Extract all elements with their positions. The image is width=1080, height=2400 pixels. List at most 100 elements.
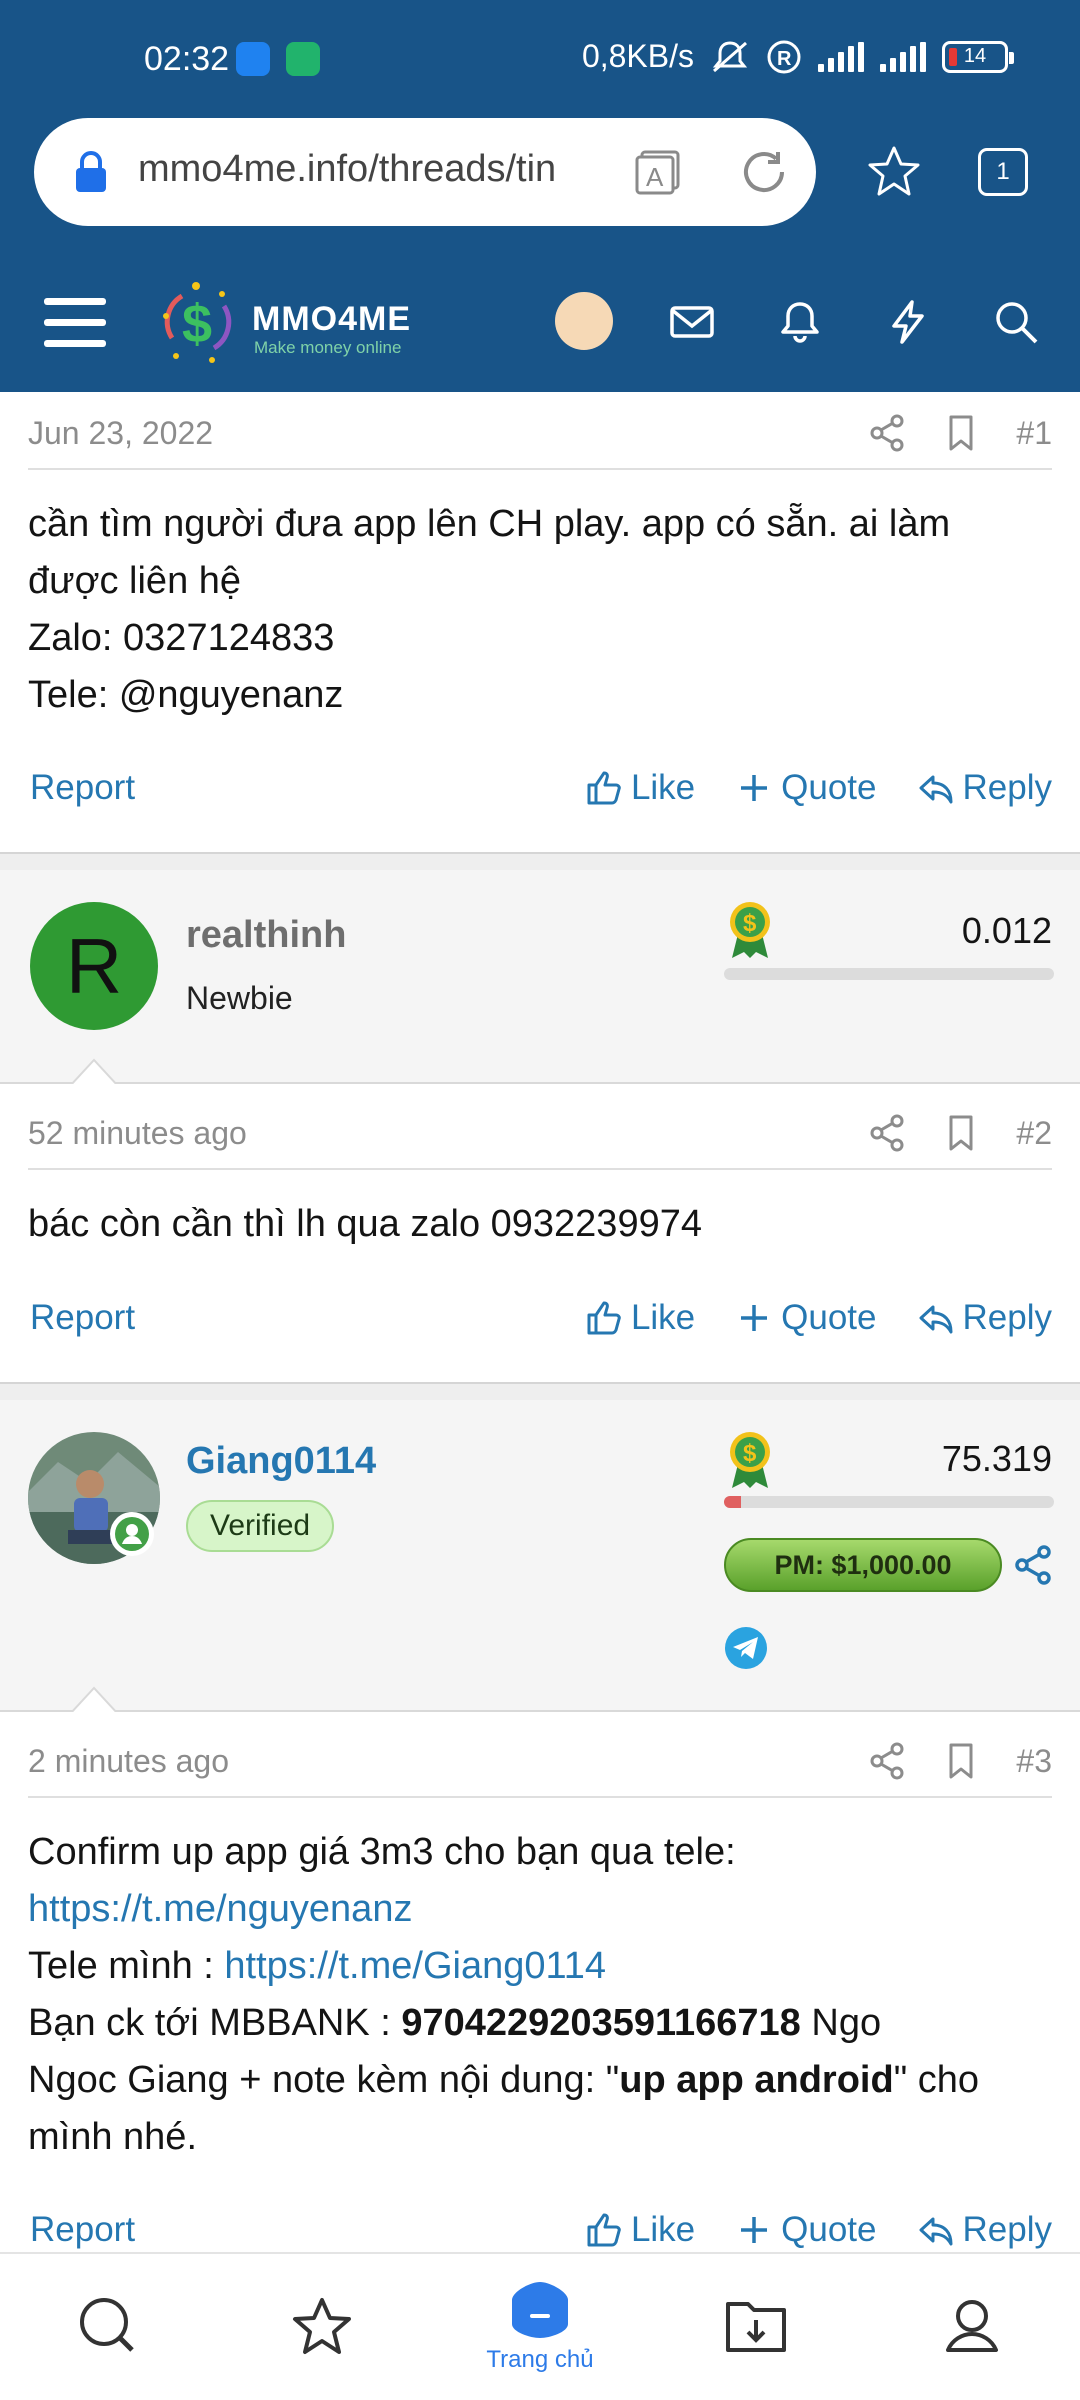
bell-icon[interactable]: [776, 298, 824, 346]
network-speed: 0,8KB/s: [581, 38, 694, 74]
username[interactable]: Giang0114: [186, 1440, 376, 1483]
profile-nav-icon[interactable]: [940, 2294, 1004, 2358]
plus-icon: [741, 2217, 768, 2243]
post-number[interactable]: #2: [1016, 1115, 1052, 1152]
post-actions: Report Like Quote Reply: [30, 1288, 1052, 1348]
score-bar: [724, 1496, 1054, 1508]
post-number[interactable]: #3: [1016, 1743, 1052, 1780]
reply-button[interactable]: Reply: [917, 1298, 1052, 1338]
quote-button[interactable]: Quote: [735, 1298, 877, 1338]
signal-icon: [818, 41, 864, 72]
post-line: Confirm up app giá 3m3 cho bạn qua tele:: [28, 1831, 736, 1873]
signal-5g-icon: [880, 41, 926, 72]
user-score: 75.319: [941, 1438, 1052, 1479]
favorites-nav-icon[interactable]: [290, 2294, 354, 2358]
user-title: Newbie: [186, 980, 293, 1016]
tab-switcher-button[interactable]: 1: [978, 148, 1028, 196]
logo-text[interactable]: MMO4ME: [252, 300, 411, 339]
post-header: Jun 23, 2022 #1: [28, 398, 1052, 470]
post-actions: Report Like Quote Reply: [30, 2200, 1052, 2260]
avatar[interactable]: R: [30, 902, 158, 1030]
pm-balance-button[interactable]: PM: $1,000.00: [724, 1538, 1002, 1592]
post-line: được liên hệ: [28, 560, 242, 602]
message-user-block: R realthinh Newbie $ 0.012: [0, 870, 1080, 1086]
bookmark-icon[interactable]: [942, 1114, 980, 1152]
status-bar: 02:32 0,8KB/s R 14: [0, 0, 1080, 118]
mail-icon[interactable]: [668, 298, 716, 346]
reply-icon: [919, 2217, 953, 2246]
telegram-link[interactable]: https://t.me/nguyenanz: [28, 1888, 412, 1930]
post-line: mình nhé.: [28, 2116, 197, 2158]
pointer-arrow: [70, 1058, 118, 1086]
post-date[interactable]: 2 minutes ago: [28, 1743, 832, 1780]
post-header: 52 minutes ago #2: [28, 1098, 1052, 1170]
svg-text:$: $: [743, 910, 757, 937]
post-line: Bạn ck tới MBBANK :: [28, 2002, 402, 2044]
share-icon[interactable]: [868, 414, 906, 452]
like-button[interactable]: Like: [585, 1298, 695, 1338]
search-nav-icon[interactable]: [76, 2294, 140, 2358]
post-line: Tele mình :: [28, 1945, 225, 1987]
logo-icon[interactable]: $: [152, 276, 244, 368]
reader-mode-icon[interactable]: A: [634, 148, 682, 196]
svg-text:$: $: [743, 1440, 757, 1467]
post-date[interactable]: Jun 23, 2022: [28, 415, 832, 452]
post-actions: Report Like Quote Reply: [30, 758, 1052, 818]
post-body: bác còn cần thì lh qua zalo 0932239974: [28, 1196, 1058, 1253]
share-icon[interactable]: [1012, 1544, 1054, 1586]
status-time: 02:32: [144, 40, 230, 78]
tab-count: 1: [996, 158, 1010, 185]
post-line: bác còn cần thì lh qua zalo 0932239974: [28, 1203, 702, 1245]
share-icon[interactable]: [868, 1114, 906, 1152]
telegram-icon[interactable]: [724, 1626, 768, 1670]
reload-icon[interactable]: [738, 146, 790, 198]
reply-label: Reply: [962, 768, 1052, 807]
shield-app-icon: [286, 42, 320, 76]
quote-button[interactable]: Quote: [735, 768, 877, 808]
thumbs-up-icon: [587, 771, 621, 805]
post-body: cần tìm người đưa app lên CH play. app c…: [28, 496, 1058, 724]
thumbs-up-icon: [587, 2213, 621, 2247]
bookmark-icon[interactable]: [942, 414, 980, 452]
svg-text:R: R: [777, 48, 792, 70]
report-link[interactable]: Report: [30, 1298, 545, 1338]
username[interactable]: realthinh: [186, 914, 346, 957]
report-link[interactable]: Report: [30, 2210, 545, 2250]
reply-button[interactable]: Reply: [917, 768, 1052, 808]
thumbs-up-icon: [587, 1301, 621, 1335]
reply-button[interactable]: Reply: [917, 2210, 1052, 2250]
bolt-icon[interactable]: [884, 298, 932, 346]
verified-badge: Verified: [186, 1500, 335, 1552]
lock-icon: [76, 151, 106, 192]
zalo-icon: [236, 42, 270, 76]
url-text[interactable]: mmo4me.info/threads/tin: [138, 148, 628, 191]
like-button[interactable]: Like: [585, 2210, 695, 2250]
address-bar[interactable]: mmo4me.info/threads/tin A: [34, 118, 816, 226]
score-bar: [724, 968, 1054, 980]
bookmark-star-icon[interactable]: [866, 144, 922, 200]
post-number[interactable]: #1: [1016, 415, 1052, 452]
quote-button[interactable]: Quote: [735, 2210, 877, 2250]
post-line: Zalo: 0327124833: [28, 617, 335, 659]
bookmark-icon[interactable]: [942, 1742, 980, 1780]
logo-tagline: Make money online: [254, 338, 402, 357]
home-nav-label: Trang chủ: [486, 2346, 594, 2373]
home-nav-button[interactable]: Trang chủ: [468, 2280, 612, 2400]
user-avatar[interactable]: [555, 292, 613, 350]
report-link[interactable]: Report: [30, 768, 545, 808]
telegram-link[interactable]: https://t.me/Giang0114: [224, 1945, 606, 1987]
search-icon[interactable]: [992, 298, 1040, 346]
quote-label: Quote: [781, 2210, 877, 2249]
post-header: 2 minutes ago #3: [28, 1726, 1052, 1798]
plus-icon: [741, 775, 768, 801]
downloads-nav-icon[interactable]: [724, 2294, 788, 2358]
share-icon[interactable]: [868, 1742, 906, 1780]
post-body: Confirm up app giá 3m3 cho bạn qua tele:…: [28, 1824, 1058, 2166]
home-icon: [512, 2282, 568, 2338]
medal-icon: $: [730, 1432, 770, 1488]
like-button[interactable]: Like: [585, 768, 695, 808]
menu-icon[interactable]: [44, 298, 106, 348]
post-line: " cho: [893, 2059, 980, 2101]
post-date[interactable]: 52 minutes ago: [28, 1115, 832, 1152]
site-header: $ MMO4ME Make money online: [0, 270, 1080, 392]
